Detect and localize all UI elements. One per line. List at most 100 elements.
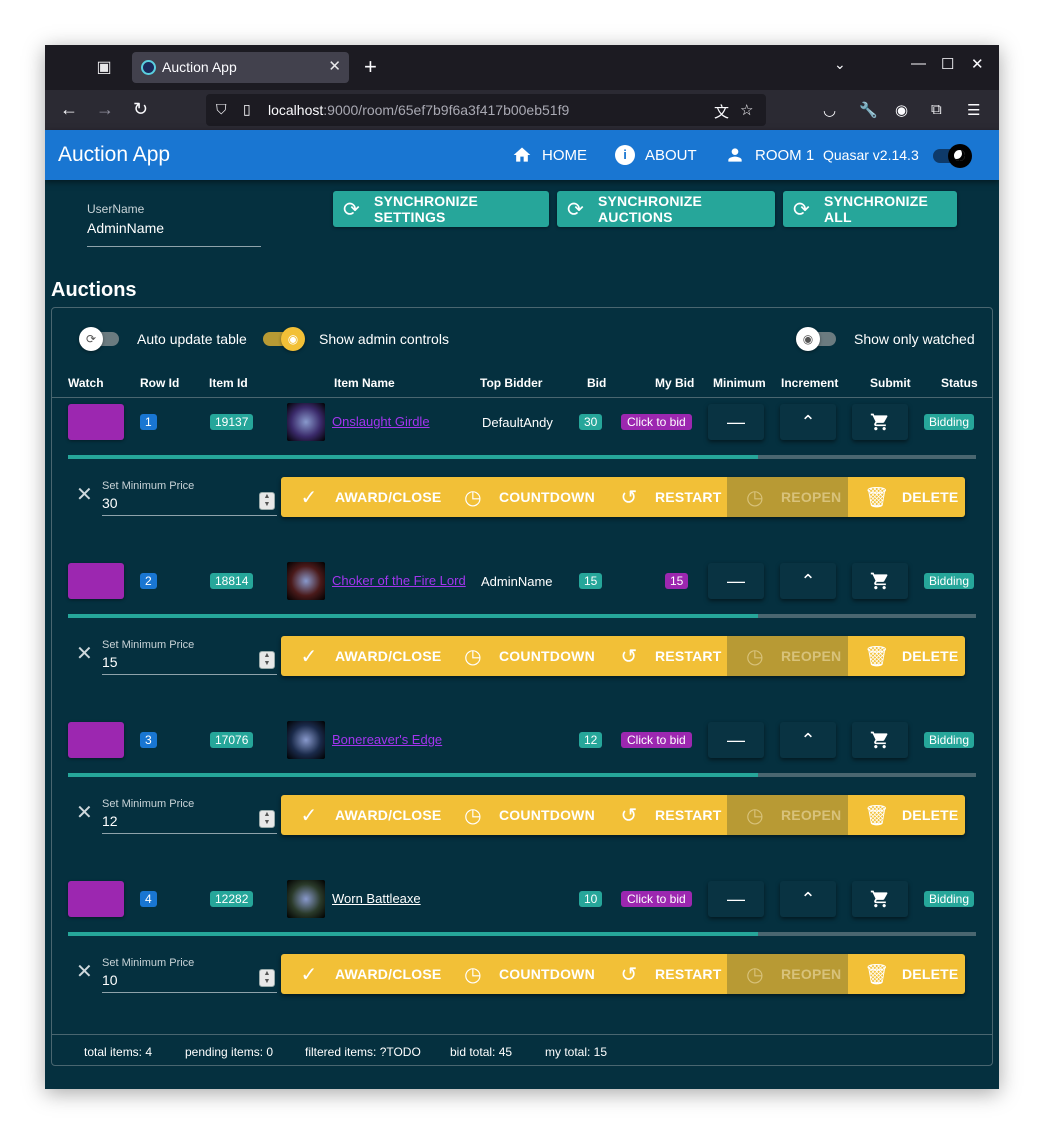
col-item-id[interactable]: Item Id (209, 376, 248, 390)
restart-button[interactable]: ↺ RESTART (601, 795, 727, 835)
reload-icon[interactable]: ↻ (133, 99, 148, 119)
close-icon[interactable]: ✕ (76, 641, 93, 666)
nav-about[interactable]: i ABOUT (615, 145, 697, 165)
my-bid[interactable]: Click to bid (621, 414, 692, 430)
minimum-price-field[interactable]: Set Minimum Price 10 ▲ ▼ (102, 951, 277, 993)
minimum-price-input[interactable]: 10 (102, 972, 118, 988)
col-bid[interactable]: Bid (587, 376, 606, 390)
col-item-name[interactable]: Item Name (334, 376, 395, 390)
minimum-price-field[interactable]: Set Minimum Price 30 ▲ ▼ (102, 474, 277, 516)
minimum-price-input[interactable]: 15 (102, 654, 118, 670)
minimum-bid-button[interactable]: — (708, 881, 764, 917)
show-admin-toggle[interactable]: ◉ Show admin controls (261, 327, 449, 351)
firefox-view-icon[interactable]: ▣ (93, 57, 115, 79)
countdown-button[interactable]: ◷ COUNTDOWN (445, 795, 601, 835)
minimum-bid-button[interactable]: — (708, 563, 764, 599)
url-bar[interactable]: ⛉ ▯ localhost:9000/room/65ef7b9f6a3f417b… (206, 94, 766, 126)
submit-bid-button[interactable] (852, 722, 908, 758)
dark-mode-toggle[interactable] (931, 144, 975, 168)
restart-button[interactable]: ↺ RESTART (601, 477, 727, 517)
number-spinner[interactable]: ▲ ▼ (259, 651, 275, 669)
close-icon[interactable]: ✕ (76, 482, 93, 507)
number-spinner[interactable]: ▲ ▼ (259, 492, 275, 510)
watch-button[interactable] (68, 404, 124, 440)
wrench-icon[interactable]: 🔧 (859, 101, 878, 119)
item-name-link[interactable]: Choker of the Fire Lord (332, 573, 466, 588)
browser-tab[interactable]: Auction App ✕ (132, 52, 349, 83)
item-name-link[interactable]: Bonereaver's Edge (332, 732, 442, 747)
watch-button[interactable] (68, 722, 124, 758)
submit-bid-button[interactable] (852, 404, 908, 440)
watch-button[interactable] (68, 881, 124, 917)
increment-bid-button[interactable]: ⌃ (780, 404, 836, 440)
minimum-bid-button[interactable]: — (708, 404, 764, 440)
minimum-price-input[interactable]: 30 (102, 495, 118, 511)
award-close-button[interactable]: ✓ AWARD/CLOSE (281, 477, 445, 517)
col-row-id[interactable]: Row Id (140, 376, 179, 390)
award-close-button[interactable]: ✓ AWARD/CLOSE (281, 954, 445, 994)
sync-all-button[interactable]: ⟳ SYNCHRONIZE ALL (783, 191, 957, 227)
extensions-icon[interactable]: ⧉ (931, 101, 942, 118)
username-input[interactable]: AdminName (87, 220, 164, 236)
delete-button[interactable]: 🗑 DELETE (848, 636, 965, 676)
bookmark-star-icon[interactable]: ☆ (740, 101, 753, 119)
chevron-down-icon[interactable]: ⌄ (834, 56, 846, 73)
award-close-button[interactable]: ✓ AWARD/CLOSE (281, 636, 445, 676)
restart-button[interactable]: ↺ RESTART (601, 636, 727, 676)
my-bid[interactable]: 15 (665, 573, 689, 589)
col-submit[interactable]: Submit (870, 376, 911, 390)
sync-settings-button[interactable]: ⟳ SYNCHRONIZE SETTINGS (333, 191, 549, 227)
close-icon[interactable]: ✕ (76, 800, 93, 825)
col-increment[interactable]: Increment (781, 376, 838, 390)
col-watch[interactable]: Watch (68, 376, 104, 390)
minimum-price-field[interactable]: Set Minimum Price 12 ▲ ▼ (102, 792, 277, 834)
nav-room[interactable]: ROOM 1 (725, 145, 814, 165)
only-watched-toggle[interactable]: ◉ Show only watched (796, 327, 975, 351)
menu-icon[interactable]: ☰ (967, 101, 980, 119)
auto-update-toggle[interactable]: ⟳ Auto update table (79, 327, 247, 351)
countdown-button[interactable]: ◷ COUNTDOWN (445, 954, 601, 994)
col-minimum[interactable]: Minimum (713, 376, 766, 390)
close-tab-icon[interactable]: ✕ (328, 57, 341, 75)
back-icon[interactable]: ← (60, 99, 78, 119)
page-icon[interactable]: ▯ (243, 101, 251, 118)
restart-button[interactable]: ↺ RESTART (601, 954, 727, 994)
username-field[interactable]: UserName AdminName (87, 195, 261, 247)
my-bid[interactable]: Click to bid (621, 891, 692, 907)
window-close-icon[interactable]: ✕ (971, 55, 984, 73)
delete-button[interactable]: 🗑 DELETE (848, 954, 965, 994)
countdown-button[interactable]: ◷ COUNTDOWN (445, 477, 601, 517)
maximize-icon[interactable]: ☐ (941, 55, 954, 73)
countdown-button[interactable]: ◷ COUNTDOWN (445, 636, 601, 676)
auto-update-switch[interactable]: ⟳ (79, 327, 123, 351)
delete-button[interactable]: 🗑 DELETE (848, 477, 965, 517)
minimum-price-field[interactable]: Set Minimum Price 15 ▲ ▼ (102, 633, 277, 675)
number-spinner[interactable]: ▲ ▼ (259, 969, 275, 987)
watch-button[interactable] (68, 563, 124, 599)
nav-home[interactable]: HOME (512, 145, 587, 165)
show-admin-switch[interactable]: ◉ (261, 327, 305, 351)
col-status[interactable]: Status (941, 376, 978, 390)
submit-bid-button[interactable] (852, 563, 908, 599)
increment-bid-button[interactable]: ⌃ (780, 563, 836, 599)
delete-button[interactable]: 🗑 DELETE (848, 795, 965, 835)
item-name-link[interactable]: Onslaught Girdle (332, 414, 430, 429)
increment-bid-button[interactable]: ⌃ (780, 881, 836, 917)
forward-icon[interactable]: → (96, 99, 114, 119)
item-name-link[interactable]: Worn Battleaxe (332, 891, 421, 906)
minimize-icon[interactable]: — (911, 55, 926, 72)
col-my-bid[interactable]: My Bid (655, 376, 694, 390)
close-icon[interactable]: ✕ (76, 959, 93, 984)
shield-icon[interactable]: ⛉ (216, 101, 227, 118)
minimum-bid-button[interactable]: — (708, 722, 764, 758)
submit-bid-button[interactable] (852, 881, 908, 917)
account-icon[interactable]: ◉ (895, 101, 908, 119)
url-text[interactable]: localhost:9000/room/65ef7b9f6a3f417b00eb… (268, 102, 569, 118)
minimum-price-input[interactable]: 12 (102, 813, 118, 829)
increment-bid-button[interactable]: ⌃ (780, 722, 836, 758)
only-watched-switch[interactable]: ◉ (796, 327, 840, 351)
translate-icon[interactable]: 文 (714, 101, 729, 122)
number-spinner[interactable]: ▲ ▼ (259, 810, 275, 828)
sync-auctions-button[interactable]: ⟳ SYNCHRONIZE AUCTIONS (557, 191, 775, 227)
my-bid[interactable]: Click to bid (621, 732, 692, 748)
